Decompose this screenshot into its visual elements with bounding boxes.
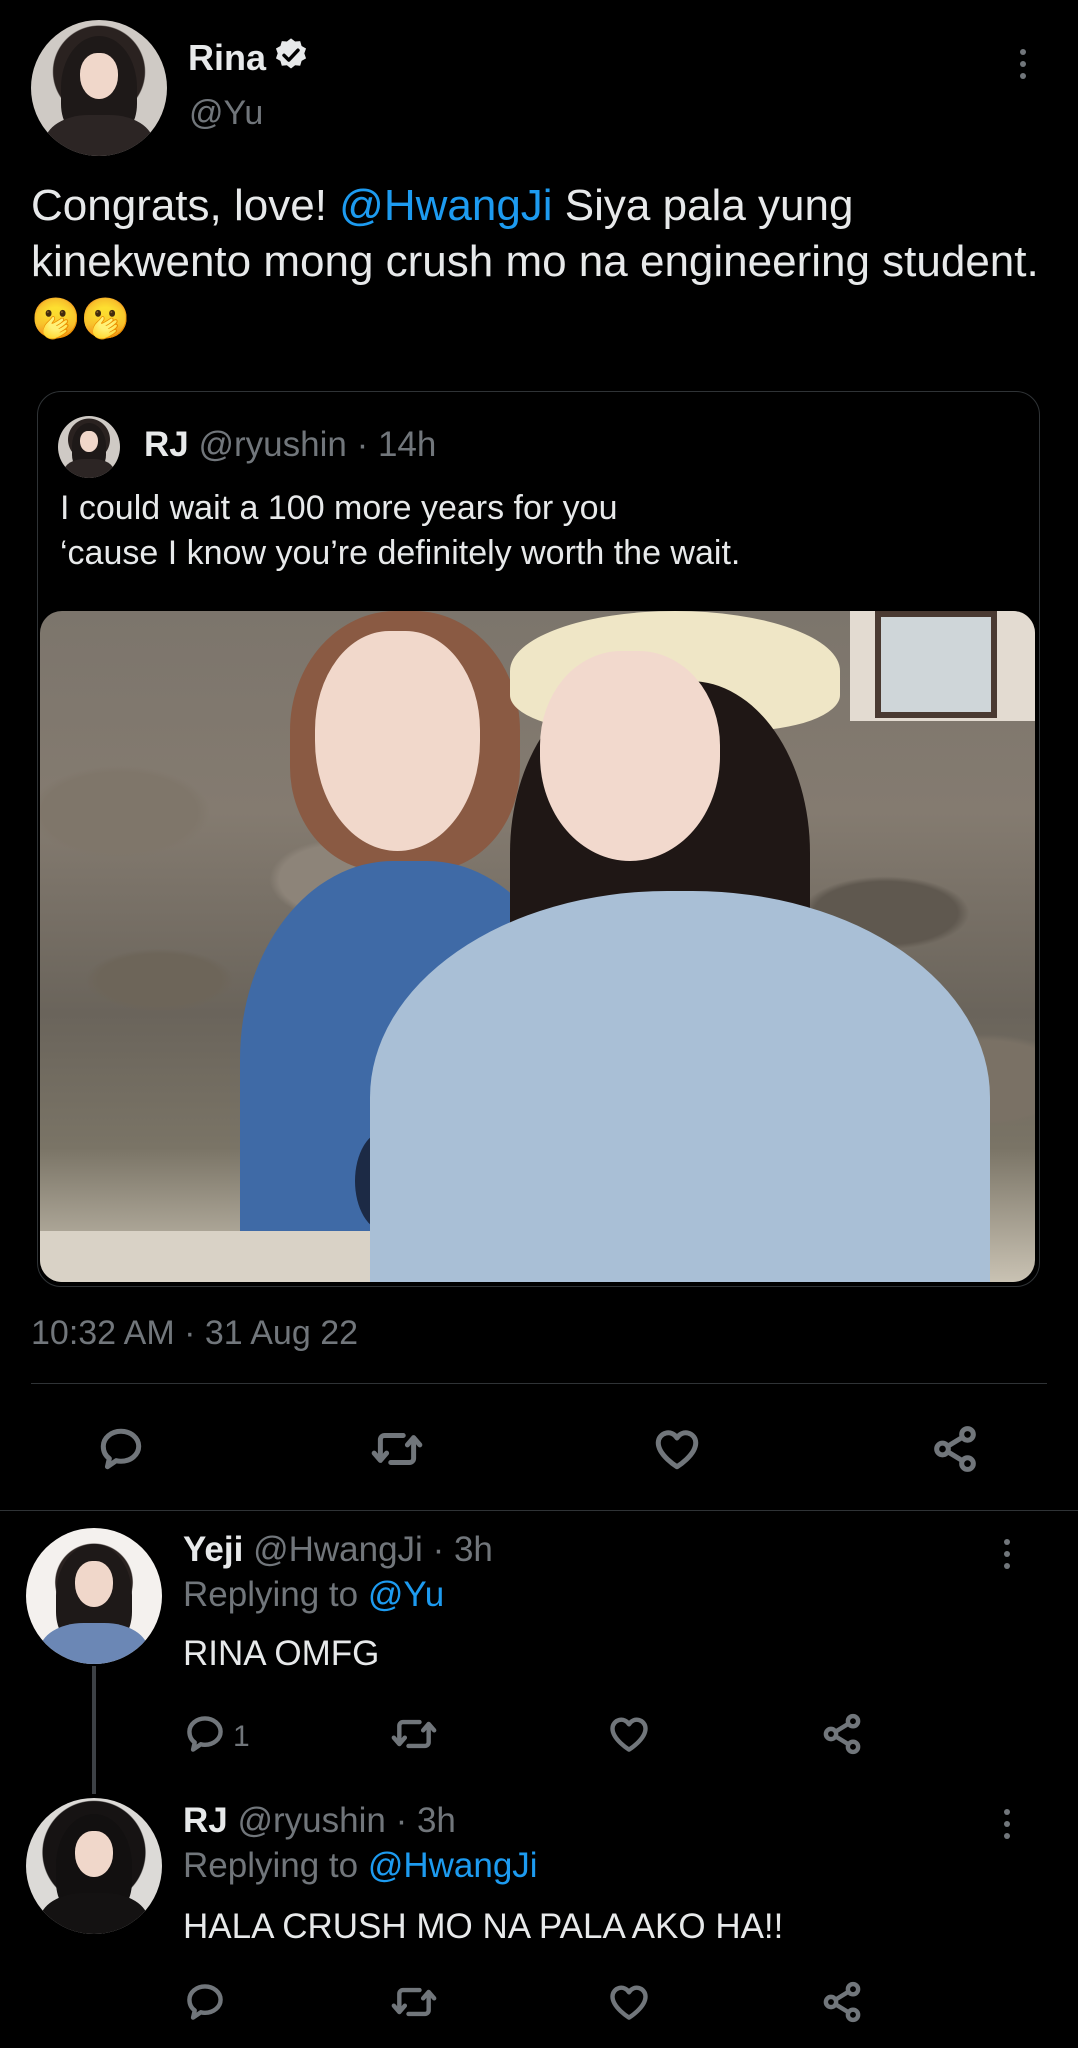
- share-icon[interactable]: [930, 1424, 980, 1479]
- quoted-tweet-text: I could wait a 100 more years for you ‘c…: [60, 486, 740, 576]
- author-avatar[interactable]: [31, 20, 167, 156]
- more-vertical-icon[interactable]: [1019, 49, 1027, 79]
- reply-count: 1: [233, 1719, 250, 1753]
- thread-connector-line: [92, 1666, 96, 1794]
- replying-to-line: Replying to @Yu: [183, 1575, 444, 1615]
- shushing-face-emoji: 🫢🫢: [31, 297, 131, 341]
- reply-text: RINA OMFG: [183, 1634, 380, 1673]
- divider: [0, 1510, 1078, 1511]
- reply-author-handle: @HwangJi: [253, 1530, 423, 1569]
- author-name-row[interactable]: Rina: [188, 36, 310, 79]
- retweet-icon[interactable]: [370, 1424, 424, 1479]
- reply-author-avatar[interactable]: [26, 1798, 162, 1934]
- reply-author-name: Yeji: [183, 1530, 244, 1569]
- share-icon[interactable]: [820, 1712, 864, 1761]
- replying-to-label: Replying to: [183, 1575, 368, 1614]
- reply-icon[interactable]: [96, 1424, 146, 1479]
- tweet-timestamp[interactable]: 10:32 AM · 31 Aug 22: [31, 1314, 358, 1353]
- reply-text: HALA CRUSH MO NA PALA AKO HA!!: [183, 1907, 784, 1946]
- replying-to-line: Replying to @HwangJi: [183, 1846, 538, 1886]
- mention-link[interactable]: @HwangJi: [339, 181, 552, 230]
- quoted-author-handle: @ryushin: [198, 425, 347, 464]
- reply-action-reply[interactable]: 1: [183, 1712, 250, 1761]
- reply-author-handle: @ryushin: [237, 1801, 386, 1840]
- more-vertical-icon[interactable]: [1003, 1809, 1011, 1839]
- reply-icon: [183, 1712, 227, 1761]
- more-vertical-icon[interactable]: [1003, 1539, 1011, 1569]
- tweet-text-intro: Congrats, love!: [31, 181, 340, 230]
- replying-to-mention[interactable]: @HwangJi: [368, 1846, 538, 1885]
- tweet-text: Congrats, love! @HwangJi Siya pala yung …: [31, 178, 1041, 347]
- reply-author-row[interactable]: Yeji @HwangJi · 3h: [183, 1530, 493, 1570]
- author-handle[interactable]: @Yu: [189, 94, 263, 133]
- share-icon[interactable]: [820, 1980, 864, 2029]
- quoted-author-avatar: [58, 416, 120, 478]
- heart-icon[interactable]: [607, 1712, 651, 1761]
- reply-author-name: RJ: [183, 1801, 228, 1840]
- reply-time: · 3h: [432, 1530, 493, 1569]
- heart-icon[interactable]: [607, 1980, 651, 2029]
- reply-icon[interactable]: [183, 1980, 227, 2029]
- retweet-icon[interactable]: [390, 1712, 438, 1761]
- reply-author-avatar[interactable]: [26, 1528, 162, 1664]
- quoted-tweet-card[interactable]: RJ @ryushin · 14h I could wait a 100 mor…: [37, 391, 1040, 1287]
- replying-to-label: Replying to: [183, 1846, 368, 1885]
- retweet-icon[interactable]: [390, 1980, 438, 2029]
- quoted-text-line-2: ‘cause I know you’re definitely worth th…: [60, 534, 741, 572]
- quoted-author-row: RJ @ryushin · 14h: [144, 425, 436, 465]
- divider: [31, 1383, 1047, 1384]
- replying-to-mention[interactable]: @Yu: [368, 1575, 444, 1614]
- quoted-tweet-time: · 14h: [356, 425, 437, 464]
- verified-badge-icon: [272, 36, 310, 79]
- heart-icon[interactable]: [652, 1424, 702, 1479]
- quoted-text-line-1: I could wait a 100 more years for you: [60, 489, 618, 527]
- quoted-tweet-image[interactable]: [40, 611, 1035, 1282]
- author-name: Rina: [188, 36, 267, 78]
- reply-author-row[interactable]: RJ @ryushin · 3h: [183, 1801, 456, 1841]
- reply-time: · 3h: [395, 1801, 456, 1840]
- quoted-author-name: RJ: [144, 425, 189, 464]
